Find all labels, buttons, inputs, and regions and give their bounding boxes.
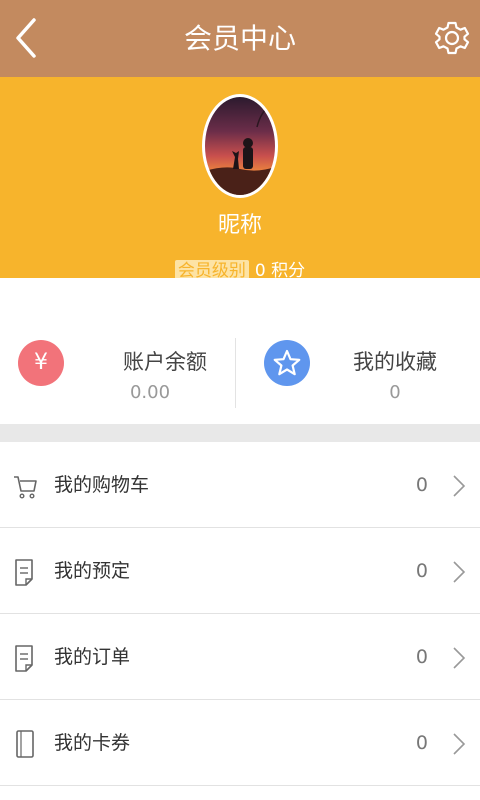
my-favorites[interactable]: 我的收藏 0 [240,338,480,408]
balance-label: 账户余额 [123,350,207,374]
menu-list: 我的购物车 0 我的预定 0 我的订单 0 我的卡券 0 [0,442,480,786]
menu-item-label: 我的预定 [54,560,131,582]
star-glyph [273,349,301,376]
menu-item-count: 0 [415,732,428,754]
chevron-right-icon [453,733,466,755]
cart-icon [14,476,37,499]
yen-glyph: ¥ [34,350,48,375]
chevron-right-icon [453,647,466,669]
menu-item-orders[interactable]: 我的订单 0 [0,614,480,700]
card-icon [16,730,34,758]
menu-item-label: 我的购物车 [54,474,150,496]
favorites-label: 我的收藏 [353,350,437,374]
chevron-right-icon [453,475,466,497]
nickname[interactable]: 昵称 [0,207,480,239]
settings-button[interactable] [432,16,472,60]
profile-panel: 昵称 会员级别 0 积分 [0,77,480,282]
page-title: 会员中心 [183,22,296,55]
menu-item-count: 0 [415,560,428,582]
gear-icon [434,21,470,55]
document-icon [15,645,33,672]
menu-item-cart[interactable]: 我的购物车 0 [0,442,480,528]
stats-divider [235,338,236,408]
favorites-value: 0 [389,382,401,403]
top-bar: 会员中心 [0,0,480,77]
account-stats: ¥ 账户余额 0.00 我的收藏 0 [0,278,480,424]
account-balance[interactable]: ¥ 账户余额 0.00 [0,338,240,408]
menu-item-label: 我的订单 [54,646,131,668]
document-icon [15,559,33,586]
section-gap [0,424,480,442]
avatar-image [205,104,275,195]
chevron-right-icon [453,561,466,583]
menu-item-coupons[interactable]: 我的卡券 0 [0,700,480,786]
menu-item-count: 0 [415,474,428,496]
balance-value: 0.00 [129,382,171,403]
star-icon [264,340,310,386]
menu-item-label: 我的卡券 [54,732,131,754]
menu-item-reservations[interactable]: 我的预定 0 [0,528,480,614]
yen-icon: ¥ [18,340,64,386]
menu-item-count: 0 [415,646,428,668]
avatar[interactable] [202,94,278,198]
